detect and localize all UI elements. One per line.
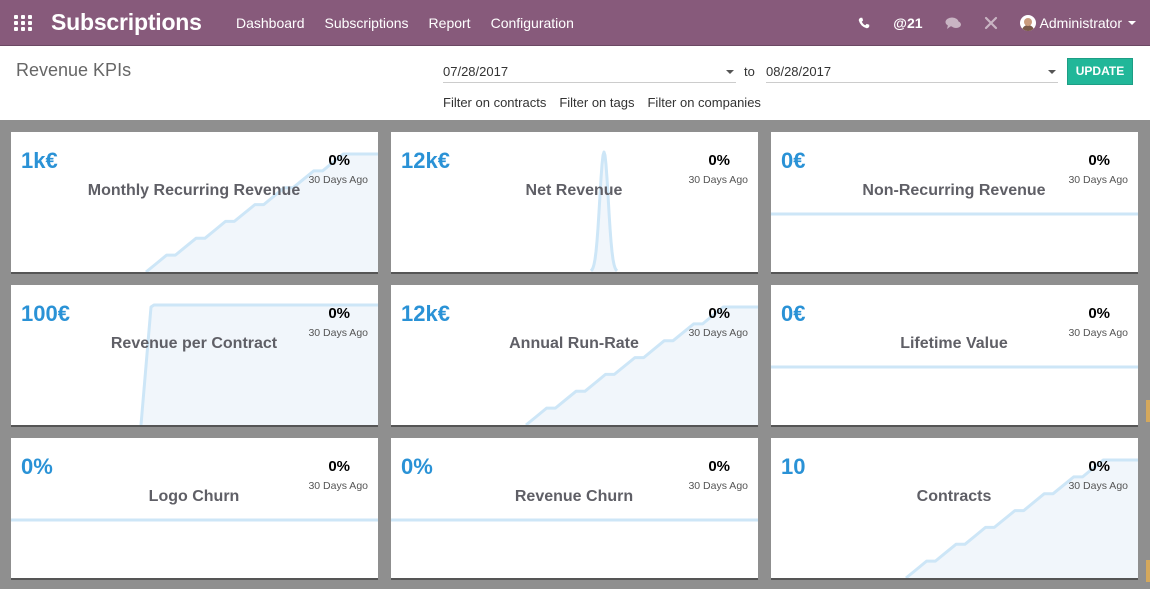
kpi-value: 0€ [781,148,806,173]
sparkline-area [141,305,378,425]
date-from-field[interactable]: 07/28/2017 [443,60,736,83]
kpi-change-percent: 0% [328,305,350,322]
filter-tags[interactable]: Filter on tags [559,95,634,110]
kpi-change-percent: 0% [328,152,350,169]
kpi-value: 12k€ [401,301,450,326]
to-label: to [744,64,755,79]
chevron-down-icon [1128,21,1136,25]
kpi-value: 1k€ [21,148,58,173]
kpi-value: 100€ [21,301,70,326]
kpi-title: Monthly Recurring Revenue [87,182,301,199]
kpi-card[interactable]: 0% Revenue Churn 0% 30 Days Ago [391,438,758,578]
update-button[interactable]: UPDATE [1067,58,1133,85]
kpi-title: Net Revenue [525,182,623,199]
menu-dashboard[interactable]: Dashboard [226,0,315,46]
sparkline-chart [905,458,1138,578]
kpi-change-percent: 0% [708,305,730,322]
kpi-value: 12k€ [401,148,450,173]
scroll-edge-marker [1146,560,1150,582]
kpi-comparison-label: 30 Days Ago [1068,327,1128,339]
kpi-card[interactable]: 12k€ Net Revenue 0% 30 Days Ago [391,132,758,272]
kpi-card[interactable]: 12k€ Annual Run-Rate 0% 30 Days Ago [391,285,758,425]
kpi-change-percent: 0% [708,152,730,169]
sparkline-area [146,154,378,272]
tools-button[interactable] [984,16,998,30]
kpi-value: 0€ [781,301,806,326]
sparkline-area [526,307,758,425]
date-to-value: 08/28/2017 [766,64,832,79]
filter-companies[interactable]: Filter on companies [647,95,760,110]
chat-button[interactable] [945,16,962,30]
date-from-value: 07/28/2017 [443,64,509,79]
kpi-change-percent: 0% [708,458,730,475]
user-menu[interactable]: Administrator [1019,15,1136,31]
sparkline-chart [145,152,378,272]
kpi-card[interactable]: 0% Logo Churn 0% 30 Days Ago [11,438,378,578]
kpi-title: Contracts [916,488,992,505]
kpi-change-percent: 0% [1088,305,1110,322]
chevron-down-icon[interactable] [726,70,734,74]
kpi-change-percent: 0% [328,458,350,475]
kpi-comparison-label: 30 Days Ago [1068,174,1128,186]
kpi-title: Annual Run-Rate [509,335,639,352]
tools-icon [984,16,997,30]
user-name: Administrator [1039,15,1122,31]
kpi-change-percent: 0% [1088,458,1110,475]
kpi-change-percent: 0% [1088,152,1110,169]
filter-contracts[interactable]: Filter on contracts [443,95,546,110]
kpi-comparison-label: 30 Days Ago [1068,480,1128,492]
systray: @21 Administrator [835,0,1136,46]
phone-button[interactable] [857,16,871,30]
kpi-value: 10 [781,454,806,479]
kpi-grid: 1k€ Monthly Recurring Revenue 0% 30 Days Ag… [0,120,1150,589]
kpi-comparison-label: 30 Days Ago [688,327,748,339]
sparkline-chart [11,518,378,522]
kpi-card[interactable]: 100€ Revenue per Contract 0% 30 Days Ago [11,285,378,425]
sparkline-area [906,460,1138,578]
kpi-comparison-label: 30 Days Ago [308,480,368,492]
app-brand-title: Subscriptions [51,9,202,35]
kpi-value: 0% [401,454,433,479]
filters-bar: Filter on contracts Filter on tags Filte… [443,95,774,110]
apps-grid-icon[interactable] [14,15,32,31]
page-title: Revenue KPIs [16,60,132,80]
avatar [1019,15,1036,31]
kpi-comparison-label: 30 Days Ago [688,174,748,186]
date-to-field[interactable]: 08/28/2017 [766,60,1058,83]
kpi-value: 0% [21,454,53,479]
menu-report[interactable]: Report [419,0,481,46]
menu-configuration[interactable]: Configuration [481,0,584,46]
kpi-comparison-label: 30 Days Ago [308,174,368,186]
sparkline-chart [771,365,1138,369]
sparkline-chart [391,518,758,522]
kpi-comparison-label: 30 Days Ago [688,480,748,492]
kpi-title: Revenue per Contract [110,335,278,352]
kpi-card[interactable]: 10 Contracts 0% 30 Days Ago [771,438,1138,578]
kpi-title: Logo Churn [148,488,240,505]
kpi-card[interactable]: 1k€ Monthly Recurring Revenue 0% 30 Days Ag… [11,132,378,272]
menu-subscriptions[interactable]: Subscriptions [315,0,419,46]
sparkline-chart [771,212,1138,216]
phone-icon [859,17,870,29]
top-navbar: Subscriptions Dashboard Subscriptions Re… [0,0,1150,46]
kpi-title: Revenue Churn [514,488,634,505]
kpi-comparison-label: 30 Days Ago [308,327,368,339]
chevron-down-icon[interactable] [1048,70,1056,74]
kpi-card[interactable]: 0€ Non-Recurring Revenue 0% 30 Days Ago [771,132,1138,272]
chat-bubbles-icon [945,17,961,29]
mentions-button[interactable]: @21 [893,15,922,31]
kpi-title: Non-Recurring Revenue [862,182,1046,199]
kpi-title: Lifetime Value [900,335,1008,352]
kpi-card[interactable]: 0€ Lifetime Value 0% 30 Days Ago [771,285,1138,425]
main-menu: Dashboard Subscriptions Report Configura… [226,0,584,46]
scroll-edge-marker [1146,400,1150,422]
